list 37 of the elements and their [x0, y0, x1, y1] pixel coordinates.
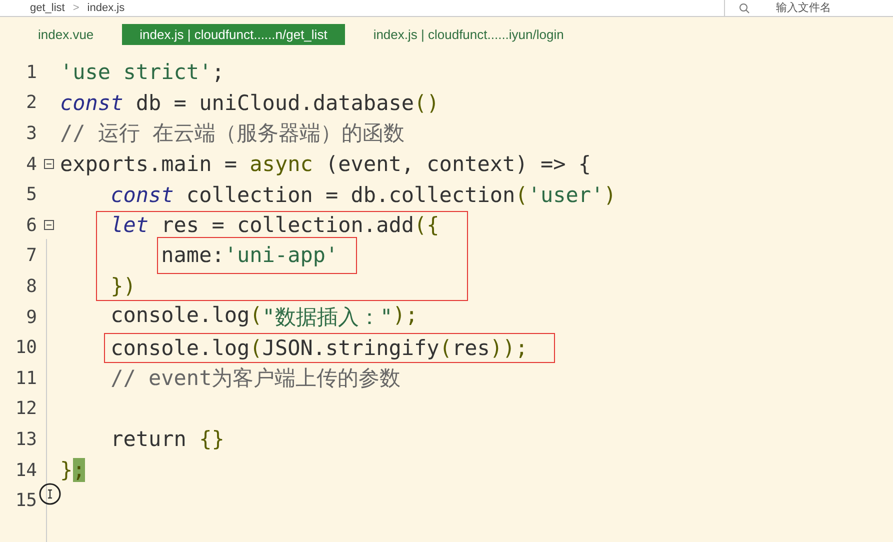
line-number: 8 [25, 276, 37, 297]
code-line: }) [110, 274, 136, 298]
text-cursor-icon [39, 483, 61, 505]
code-line: let res = collection.add({ [110, 213, 440, 238]
code-line: console.log("数据插入："); [110, 303, 418, 332]
file-tab[interactable]: index.js | cloudfunct......n/get_list [122, 24, 346, 44]
code-line: exports.main = async (event, context) => { [60, 152, 592, 176]
line-number: 10 [14, 337, 37, 358]
breadcrumb-item[interactable]: index.js [87, 0, 125, 16]
code-line: const collection = db.collection('user') [110, 182, 616, 207]
breadcrumb-separator: > [72, 1, 80, 16]
line-number: 13 [14, 428, 37, 450]
line-number: 1 [25, 62, 37, 83]
code-line: }; [60, 458, 86, 482]
line-number: 2 [25, 92, 37, 114]
line-number: 5 [25, 184, 37, 206]
line-number: 15 [14, 490, 37, 512]
line-number: 9 [25, 306, 37, 328]
search-icon [739, 2, 750, 14]
line-number: 4 [25, 154, 37, 175]
line-number: 14 [14, 460, 37, 481]
fold-toggle-icon[interactable] [44, 159, 54, 170]
code-line: // 运行 在云端（服务器端）的函数 [60, 120, 405, 148]
code-line: 'use strict'; [60, 60, 224, 84]
code-line: const db = uniCloud.database() [60, 90, 440, 115]
file-tab[interactable]: index.js | cloudfunct......iyun/login [355, 24, 582, 44]
line-number: 6 [25, 214, 37, 236]
line-number: 12 [14, 398, 37, 420]
file-tab[interactable]: index.vue [20, 24, 112, 44]
line-number: 7 [25, 245, 37, 266]
search-field[interactable]: 输入文件名 [756, 2, 893, 14]
line-number: 3 [25, 122, 37, 144]
fold-toggle-icon[interactable] [44, 220, 54, 230]
breadcrumb-item[interactable]: get_list [30, 0, 65, 16]
line-number: 11 [14, 368, 37, 389]
code-line: return {} [110, 427, 224, 452]
code-line: // event为客户端上传的参数 [110, 365, 401, 392]
